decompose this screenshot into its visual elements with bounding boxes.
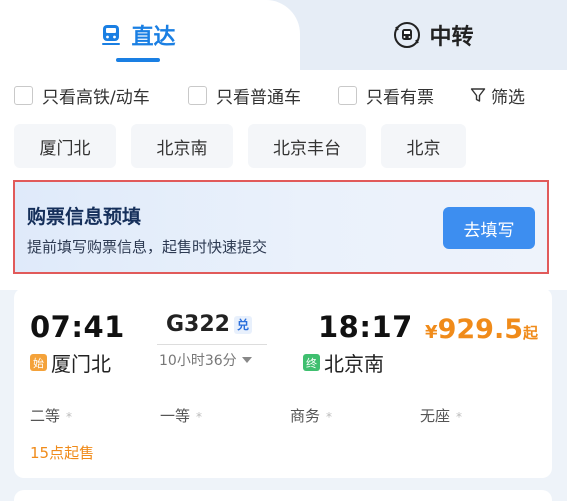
train-number-text: G322 [166,312,230,337]
depart-time: 07:41 [30,310,125,344]
tab-active-indicator [116,58,160,62]
seat-business: 商务 * [290,405,332,426]
filter-regular-train[interactable]: 只看普通车 [188,80,301,110]
price: ¥929.5起 [425,314,538,345]
transfer-train-icon [394,22,421,48]
train-card[interactable]: 07:41 始 厦门北 G322 兑 10小时36分 18:17 终 北京南 ¥… [14,288,552,478]
tab-bar: 直达 中转 [0,0,567,70]
station-chip-beijing[interactable]: 北京 [381,124,466,168]
funnel-icon [470,88,486,102]
prefill-button[interactable]: 去填写 [443,207,535,249]
seat-no-seat: 无座 * [420,405,462,426]
filter-button-label: 筛选 [491,87,525,108]
tab-transfer[interactable]: 中转 [300,0,567,70]
station-chip-beijingfengtai[interactable]: 北京丰台 [248,124,366,168]
arrive-station-name: 北京南 [324,352,384,376]
exchange-badge: 兑 [233,315,252,334]
seat-name: 二等 [30,407,61,425]
filter-button[interactable]: 筛选 [470,80,525,110]
seat-first-class: 一等 * [160,405,202,426]
seat-mark: * [456,410,463,424]
filter-high-speed[interactable]: 只看高铁/动车 [14,80,150,110]
price-value: 929.5 [437,314,523,345]
filter-label: 只看高铁/动车 [42,87,150,108]
next-train-card[interactable] [14,490,552,501]
duration[interactable]: 10小时36分 [159,350,253,370]
depart-station-name: 厦门北 [51,352,111,376]
origin-badge: 始 [30,354,47,371]
seat-name: 无座 [420,407,451,425]
station-chip-beijingnan[interactable]: 北京南 [131,124,233,168]
tab-transfer-label: 中转 [429,25,474,50]
duration-divider [157,344,267,345]
filter-available-tickets[interactable]: 只看有票 [338,80,434,110]
terminal-badge: 终 [303,354,320,371]
arrive-time: 18:17 [318,310,413,344]
station-chip-xiamenbei[interactable]: 厦门北 [14,124,116,168]
checkbox[interactable] [338,85,357,105]
sale-start-note: 15点起售 [30,444,95,462]
checkbox[interactable] [188,85,207,105]
banner-subtitle: 提前填写购票信息，起售时快速提交 [27,238,268,256]
checkbox[interactable] [14,85,33,105]
seat-mark: * [326,410,333,424]
seat-mark: * [196,410,203,424]
seat-name: 一等 [160,407,191,425]
duration-text: 10小时36分 [159,353,237,369]
train-icon [102,25,121,45]
seat-mark: * [66,410,73,424]
caret-down-icon [241,357,252,363]
filter-row: 只看高铁/动车 只看普通车 只看有票 筛选 [0,80,567,110]
station-chip-row: 厦门北 北京南 北京丰台 北京 [0,124,567,168]
price-suffix: 起 [522,324,538,342]
banner-title: 购票信息预填 [27,206,142,228]
depart-station: 始 厦门北 [30,348,111,377]
filter-label: 只看普通车 [216,87,301,108]
price-currency: ¥ [425,322,438,343]
train-number[interactable]: G322 兑 [166,312,252,337]
filter-label: 只看有票 [366,87,434,108]
ticket-prefill-banner: 购票信息预填 提前填写购票信息，起售时快速提交 去填写 [13,180,549,274]
tab-direct-label: 直达 [131,25,176,50]
seat-second-class: 二等 * [30,405,72,426]
arrive-station: 终 北京南 [303,348,384,377]
seat-name: 商务 [290,407,321,425]
